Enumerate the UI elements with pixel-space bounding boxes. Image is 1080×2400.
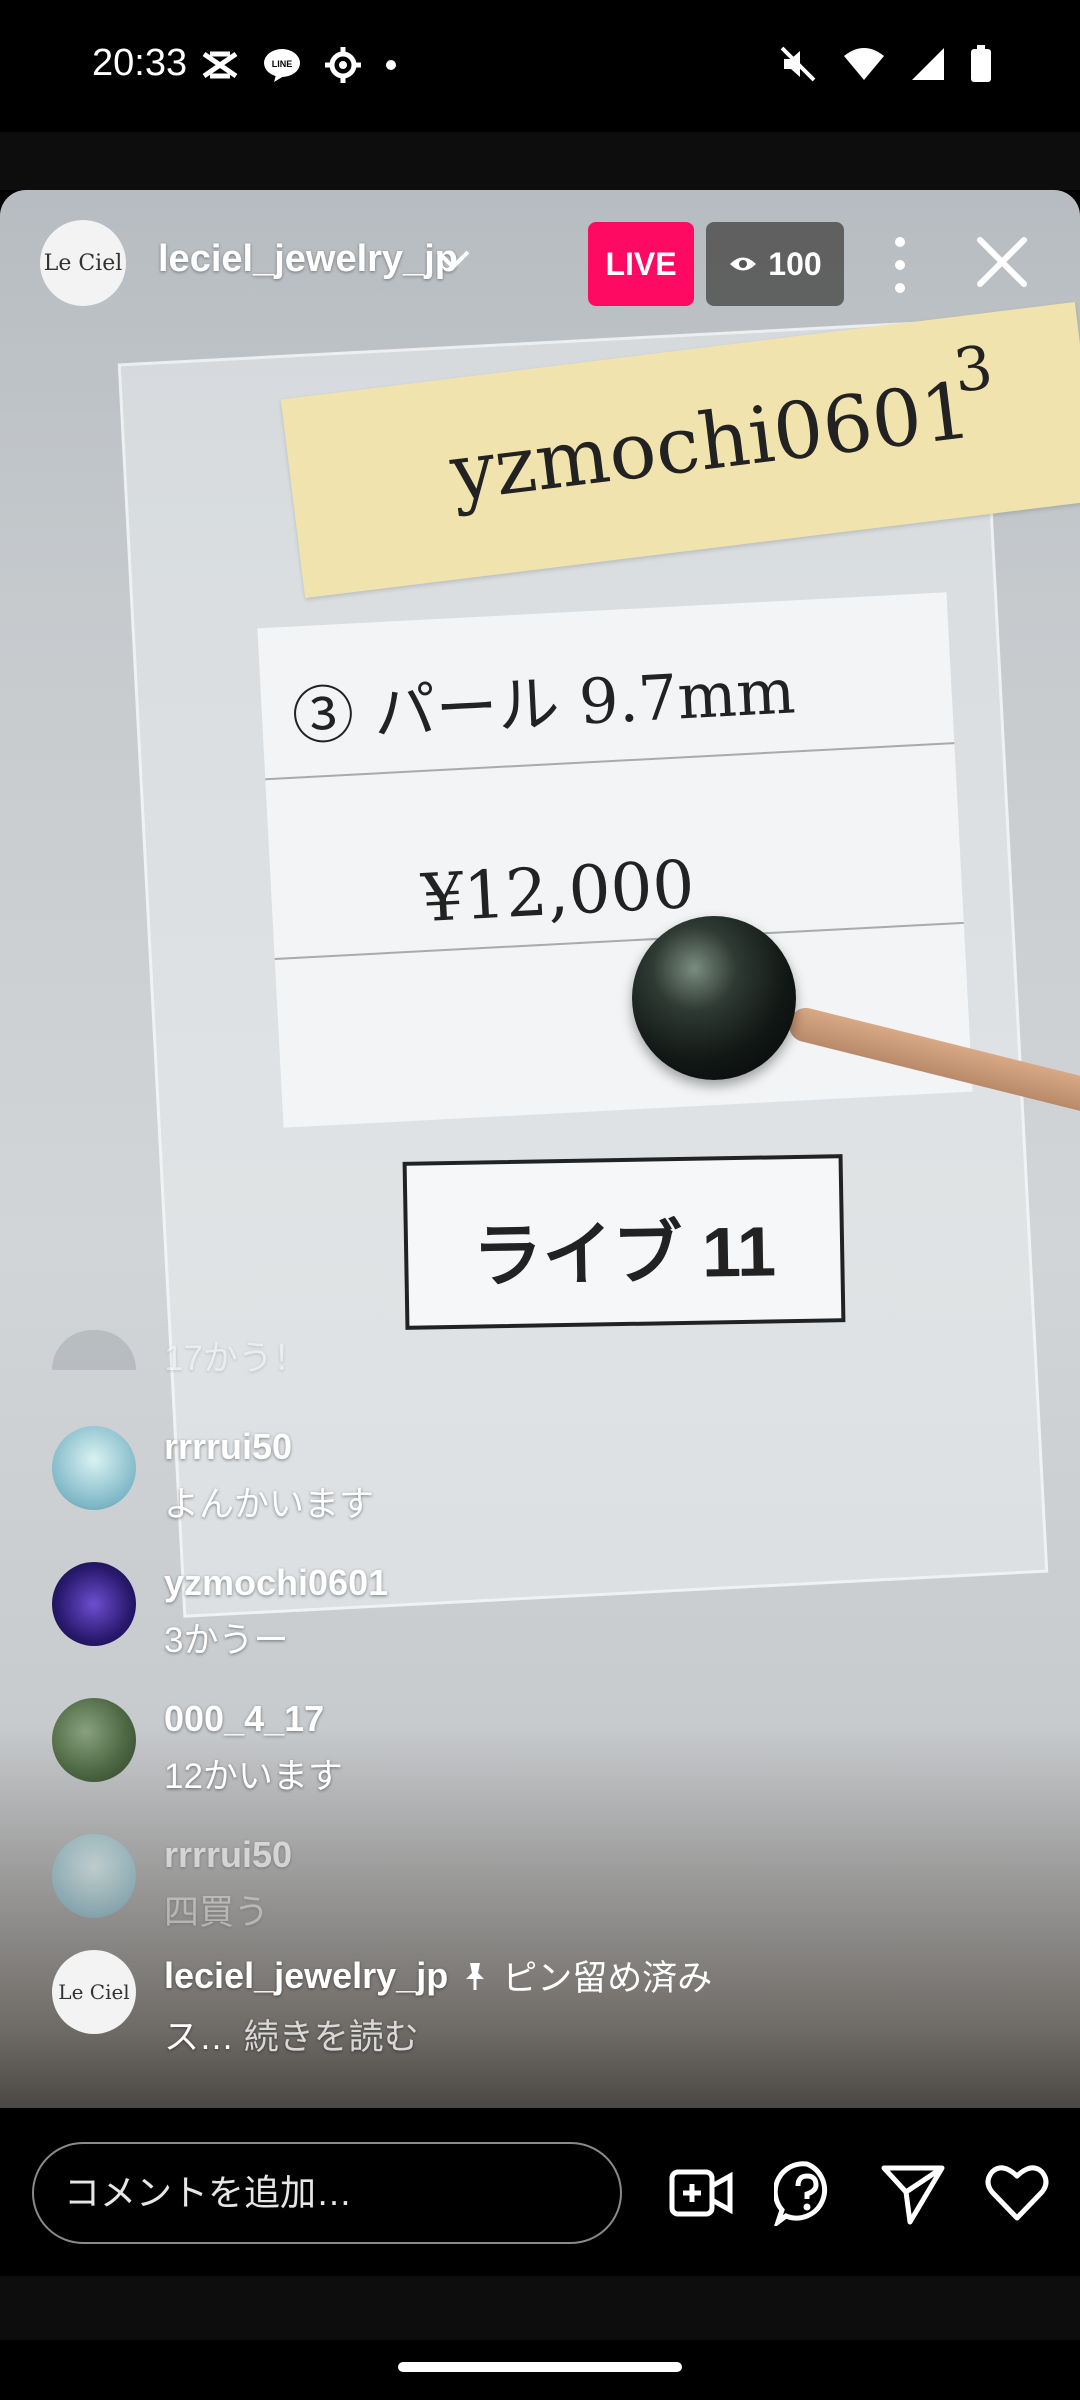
live-number-sign: ライブ 11 xyxy=(402,1154,846,1330)
sticky-note-text: yzmochi0601 xyxy=(445,365,977,519)
comment-username[interactable]: rrrrui50 xyxy=(164,1426,374,1468)
comment-username[interactable]: yzmochi0601 xyxy=(164,1562,388,1604)
host-avatar-logo: Le Ciel xyxy=(43,250,123,276)
comment-username[interactable]: rrrrui50 xyxy=(164,1834,292,1876)
pin-icon xyxy=(466,1962,485,1990)
svg-text:LINE: LINE xyxy=(272,59,293,69)
comment-username[interactable]: 000_4_17 xyxy=(164,1698,343,1740)
send-icon[interactable] xyxy=(880,2160,946,2226)
comment-item: 17かう！ xyxy=(52,1330,308,1381)
top-spacer xyxy=(0,132,1080,190)
status-icons-right xyxy=(778,44,992,84)
pinned-avatar[interactable]: Le Ciel xyxy=(52,1950,136,2034)
battery-icon xyxy=(971,45,991,82)
comment-input[interactable] xyxy=(32,2142,622,2244)
mute-icon xyxy=(780,46,816,82)
pinned-username[interactable]: leciel_jewelry_jp xyxy=(164,1955,448,1997)
live-number-text: ライブ 11 xyxy=(471,1212,777,1296)
dot-icon xyxy=(386,60,396,70)
sticky-note-number: 3 xyxy=(950,332,997,407)
viewer-count-badge[interactable]: 100 xyxy=(706,222,844,306)
comment-text: 3かうー xyxy=(164,1621,289,1660)
comment-avatar[interactable] xyxy=(52,1834,136,1918)
comment-item[interactable]: rrrrui50 よんかいます xyxy=(52,1426,374,1527)
comment-item[interactable]: yzmochi0601 3かうー xyxy=(52,1562,388,1663)
eye-icon xyxy=(730,257,757,271)
pinned-text-preview: ス… xyxy=(164,2018,235,2057)
live-badge: LIVE xyxy=(588,222,694,306)
comment-text: 17かう！ xyxy=(164,1339,308,1378)
pinned-text: ス… 続きを読む xyxy=(164,2009,712,2060)
capcut-icon xyxy=(202,51,238,79)
bottom-bar xyxy=(0,2108,1080,2276)
heart-icon[interactable] xyxy=(984,2160,1050,2226)
host-avatar[interactable]: Le Ciel xyxy=(40,220,126,306)
comment-text: 12かいます xyxy=(164,1757,343,1796)
question-icon[interactable] xyxy=(774,2160,840,2226)
add-video-icon[interactable] xyxy=(668,2160,734,2226)
nav-spacer xyxy=(0,2276,1080,2340)
signal-icon xyxy=(912,48,944,80)
settings-icon xyxy=(325,47,361,83)
chevron-down-icon[interactable] xyxy=(432,242,474,278)
comment-avatar xyxy=(52,1330,136,1370)
card-rule xyxy=(274,921,964,960)
comment-avatar[interactable] xyxy=(52,1698,136,1782)
card-price-text: ¥12,000 xyxy=(419,845,697,938)
live-video[interactable]: yzmochi0601 3 ③ パール 9.7mm ¥12,000 ライブ 11… xyxy=(0,190,1080,2108)
more-options-icon[interactable] xyxy=(880,230,920,300)
close-icon[interactable] xyxy=(970,230,1034,294)
viewer-count: 100 xyxy=(768,245,822,282)
line-icon: LINE xyxy=(264,49,300,82)
comment-item[interactable]: rrrrui50 四買う xyxy=(52,1834,292,1935)
comment-text: 四買う xyxy=(164,1893,270,1932)
pinned-header: leciel_jewelry_jp ピン留め済み xyxy=(164,1950,712,2001)
comment-avatar[interactable] xyxy=(52,1562,136,1646)
card-item-text: ③ パール 9.7mm xyxy=(290,654,797,754)
pinned-avatar-logo: Le Ciel xyxy=(58,1980,130,2004)
wifi-icon xyxy=(844,48,884,80)
status-time: 20:33 xyxy=(92,42,188,84)
pinned-comment[interactable]: Le Ciel leciel_jewelry_jp ピン留め済み ス… 続きを読… xyxy=(52,1950,712,2060)
status-bar: 20:33 LINE xyxy=(0,0,1080,132)
comment-item[interactable]: 000_4_17 12かいます xyxy=(52,1698,343,1799)
comment-text: よんかいます xyxy=(164,1485,375,1524)
comment-avatar[interactable] xyxy=(52,1426,136,1510)
home-gesture-bar[interactable] xyxy=(398,2362,682,2372)
host-username[interactable]: leciel_jewelry_jp xyxy=(158,238,458,281)
status-icons-left: LINE xyxy=(200,46,398,84)
read-more-link[interactable]: 続きを読む xyxy=(244,2018,419,2057)
black-pearl xyxy=(632,916,796,1080)
pinned-label: ピン留め済み xyxy=(502,1959,713,1998)
